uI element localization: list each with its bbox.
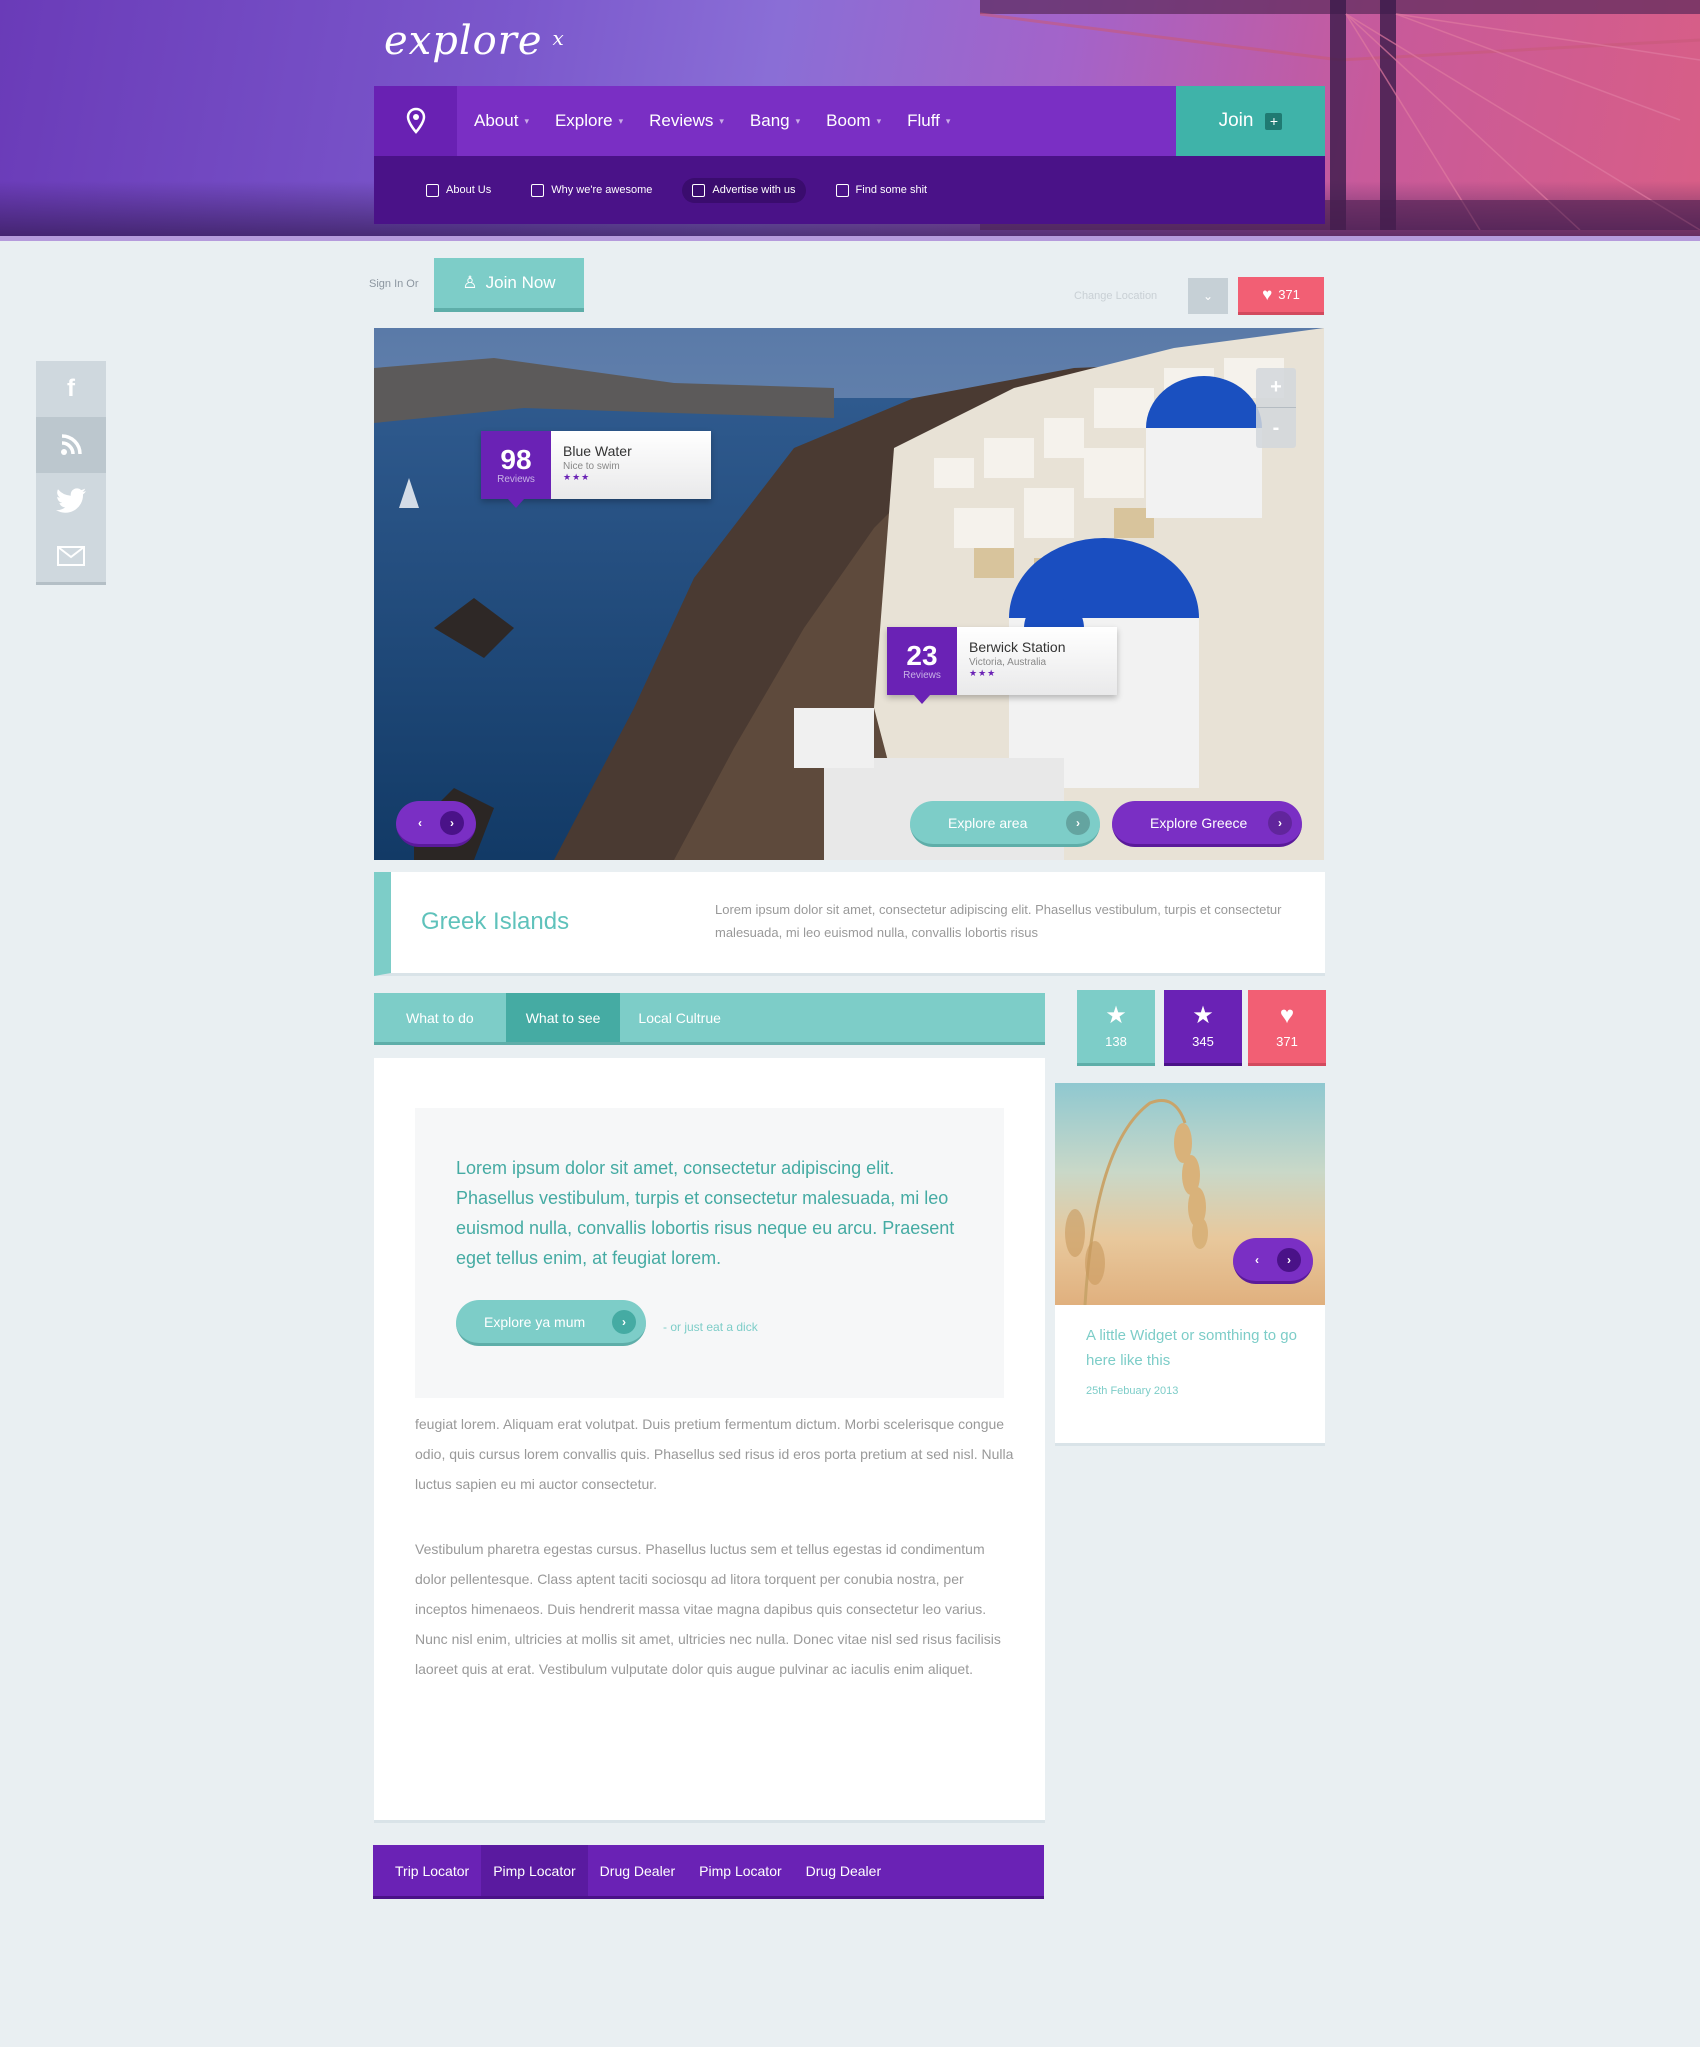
- footer-link[interactable]: Pimp Locator: [481, 1845, 588, 1896]
- rating-stars-icon: ★★★: [969, 668, 997, 678]
- nav-menu: About ▾ Explore ▾ Reviews ▾ Bang ▾ Boom ▾ Fluff ▾: [474, 86, 976, 156]
- slider-arrows: ‹ ›: [396, 801, 476, 847]
- review-pin[interactable]: 98 Reviews Blue Water Nice to swim ★★★: [481, 431, 711, 508]
- footer-nav: Trip Locator Pimp Locator Drug Dealer Pi…: [373, 1845, 1044, 1899]
- book-icon: [692, 183, 706, 197]
- join-now-button[interactable]: ♙ Join Now: [434, 258, 584, 312]
- widget-date: 25th Febuary 2013: [1086, 1385, 1179, 1397]
- prev-arrow-icon[interactable]: ‹: [408, 811, 432, 835]
- article-paragraph: Vestibulum pharetra egestas cursus. Phas…: [415, 1541, 1001, 1677]
- nav-item-about[interactable]: About ▾: [474, 111, 529, 131]
- caret-down-icon: ▾: [618, 115, 624, 126]
- pin-card: Blue Water Nice to swim ★★★: [551, 431, 711, 499]
- nav-item-boom[interactable]: Boom ▾: [826, 111, 881, 131]
- sub-nav: About Us Why we're awesome Advertise with …: [374, 156, 1325, 224]
- stat-tile[interactable]: ★ 345: [1164, 990, 1242, 1066]
- review-count-badge: 23 Reviews: [887, 627, 957, 704]
- destination-intro: Greek Islands Lorem ipsum dolor sit amet…: [374, 872, 1325, 976]
- chevron-right-icon: ›: [1066, 810, 1090, 835]
- prev-arrow-icon[interactable]: ‹: [1245, 1248, 1269, 1272]
- rss-icon[interactable]: [36, 417, 106, 473]
- nav-item-explore[interactable]: Explore ▾: [555, 111, 623, 131]
- join-button[interactable]: Join +: [1176, 86, 1325, 156]
- footer-link[interactable]: Drug Dealer: [794, 1845, 893, 1896]
- tab-local-culture[interactable]: Local Cultrue: [620, 993, 739, 1042]
- nav-item-reviews[interactable]: Reviews ▾: [649, 111, 724, 131]
- content-tabs: What to do What to see Local Cultrue: [374, 993, 1045, 1045]
- caret-down-icon: ▾: [945, 115, 951, 126]
- site-logo[interactable]: explore x: [384, 18, 565, 64]
- pin-title: Blue Water: [563, 443, 632, 459]
- destination-slider[interactable]: + - 98 Reviews Blue Water Nice to swim ★★…: [374, 328, 1324, 860]
- rating-stars-icon: ★★★: [563, 472, 591, 482]
- star-icon: ★: [1192, 1002, 1214, 1029]
- nav-item-bang[interactable]: Bang ▾: [750, 111, 800, 131]
- explore-area-button[interactable]: Explore area ›: [910, 801, 1100, 847]
- footer-link[interactable]: Pimp Locator: [687, 1845, 793, 1896]
- social-bar: f: [36, 361, 106, 585]
- map-zoom-control: + -: [1256, 368, 1296, 448]
- email-icon[interactable]: [36, 529, 106, 585]
- change-location-label: Change Location: [1074, 290, 1158, 302]
- santorini-photo: [374, 328, 1324, 860]
- zoom-in-button[interactable]: +: [1256, 368, 1296, 408]
- user-icon: ♙: [462, 273, 478, 292]
- tab-what-to-do[interactable]: What to do: [374, 993, 506, 1042]
- review-pin[interactable]: 23 Reviews Berwick Station Victoria, Aust…: [887, 627, 1117, 704]
- tab-what-to-see[interactable]: What to see: [505, 993, 621, 1042]
- chevron-right-icon: ›: [1268, 810, 1292, 835]
- star-icon: ★: [1105, 1002, 1127, 1029]
- caret-down-icon: ▾: [719, 115, 724, 126]
- subnav-item[interactable]: Find some shit: [826, 178, 938, 203]
- location-pin-icon[interactable]: [374, 86, 457, 156]
- pin-card: Berwick Station Victoria, Australia ★★★: [957, 627, 1117, 695]
- plus-icon: +: [1265, 112, 1283, 130]
- caret-down-icon: ▾: [524, 115, 529, 126]
- heart-icon: ♥: [1279, 1002, 1295, 1029]
- caret-down-icon: ▾: [795, 115, 801, 126]
- subnav-item[interactable]: Why we're awesome: [521, 178, 662, 203]
- article-panel: Lorem ipsum dolor sit amet, consectetur …: [374, 1058, 1045, 1823]
- footer-link[interactable]: Drug Dealer: [588, 1845, 687, 1896]
- widget-text[interactable]: A little Widget or somthing to go here l…: [1086, 1323, 1306, 1373]
- chevron-right-icon: ›: [612, 1309, 636, 1334]
- nav-item-fluff[interactable]: Fluff ▾: [907, 111, 950, 131]
- caret-down-icon: ▾: [876, 115, 882, 126]
- map-pin-icon: [835, 183, 849, 197]
- facebook-square-icon: [426, 183, 439, 197]
- main-nav: About ▾ Explore ▾ Reviews ▾ Bang ▾ Boom ▾ Fluff ▾ J…: [374, 86, 1325, 156]
- stat-tile[interactable]: ★ 138: [1077, 990, 1155, 1066]
- facebook-icon[interactable]: f: [36, 361, 106, 417]
- highlight-quote: Lorem ipsum dolor sit amet, consectetur …: [415, 1108, 1004, 1398]
- alt-link[interactable]: - or just eat a dick: [663, 1320, 758, 1334]
- quote-text: Lorem ipsum dolor sit amet, consectetur …: [456, 1158, 955, 1268]
- pin-subtitle: Nice to swim: [563, 461, 620, 472]
- chevron-down-icon: ⌄: [1202, 289, 1214, 303]
- pin-title: Berwick Station: [969, 639, 1066, 655]
- zoom-out-button[interactable]: -: [1256, 408, 1296, 448]
- footer-link[interactable]: Trip Locator: [383, 1845, 481, 1896]
- next-arrow-icon[interactable]: ›: [1277, 1247, 1301, 1272]
- next-arrow-icon[interactable]: ›: [440, 810, 464, 835]
- heart-icon: ♥: [1262, 284, 1273, 304]
- likes-badge[interactable]: ♥ 371: [1238, 277, 1324, 315]
- explore-cta-button[interactable]: Explore ya mum ›: [456, 1300, 646, 1346]
- change-location-dropdown[interactable]: ⌄: [1188, 278, 1228, 314]
- pin-subtitle: Victoria, Australia: [969, 657, 1047, 668]
- subnav-item[interactable]: Advertise with us: [682, 177, 806, 203]
- widget-slider-arrows: ‹ ›: [1233, 1238, 1313, 1284]
- header-divider: [0, 236, 1700, 241]
- signin-label[interactable]: Sign In Or: [369, 278, 419, 290]
- review-count-badge: 98 Reviews: [481, 431, 551, 508]
- stat-tile[interactable]: ♥ 371: [1248, 990, 1326, 1066]
- article-paragraph: feugiat lorem. Aliquam erat volutpat. Du…: [415, 1416, 1014, 1492]
- twitter-icon[interactable]: [36, 473, 106, 529]
- subnav-item[interactable]: About Us: [416, 178, 501, 203]
- sidebar-widget: ‹ › A little Widget or somthing to go he…: [1055, 1083, 1325, 1446]
- destination-title: Greek Islands: [421, 908, 570, 935]
- explore-greece-button[interactable]: Explore Greece ›: [1112, 801, 1302, 847]
- download-icon: [531, 183, 545, 197]
- destination-description: Lorem ipsum dolor sit amet, consectetur …: [715, 902, 1282, 940]
